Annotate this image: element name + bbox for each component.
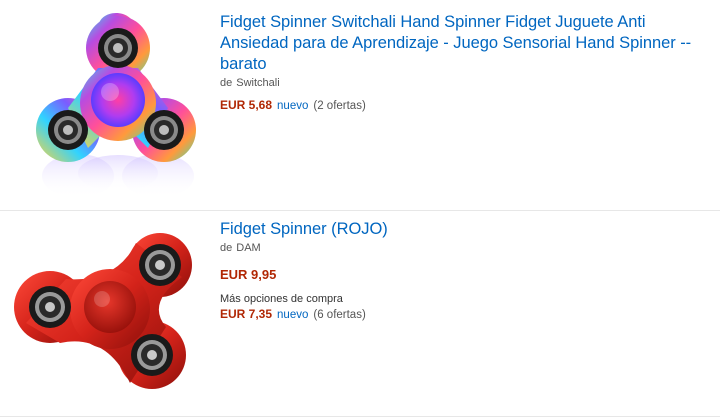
price: EUR 9,95: [220, 267, 277, 282]
offer-line: EUR 5,68 nuevo (2 ofertas): [220, 98, 716, 112]
product-title-link[interactable]: Fidget Spinner (ROJO): [220, 219, 716, 240]
result-info: Fidget Spinner Switchali Hand Spinner Fi…: [220, 12, 716, 112]
condition-link[interactable]: nuevo: [277, 309, 308, 321]
result-info: Fidget Spinner (ROJO) de DAM EUR 9,95 Má…: [220, 219, 716, 321]
brand-prefix: de: [220, 242, 233, 254]
search-result: Fidget Spinner (ROJO) de DAM EUR 9,95 Má…: [0, 211, 720, 416]
offers-count: (6 ofertas): [313, 309, 366, 321]
result-divider: [0, 416, 720, 417]
alt-price: EUR 7,35: [220, 307, 273, 321]
offer-line: EUR 7,35 nuevo (6 ofertas): [220, 307, 716, 321]
price: EUR 5,68: [220, 98, 273, 112]
brand-prefix: de: [220, 77, 233, 89]
search-result: Fidget Spinner Switchali Hand Spinner Fi…: [0, 0, 720, 210]
multicolor-fidget-spinner-image[interactable]: [28, 8, 208, 202]
brand-name: DAM: [236, 242, 261, 254]
brand-line: de Switchali: [220, 76, 716, 90]
offers-count: (2 ofertas): [313, 100, 366, 112]
condition-link[interactable]: nuevo: [277, 100, 308, 112]
red-fidget-spinner-image[interactable]: [6, 223, 212, 399]
more-buying-options-label: Más opciones de compra: [220, 293, 343, 305]
product-title-link[interactable]: Fidget Spinner Switchali Hand Spinner Fi…: [220, 12, 716, 75]
brand-name: Switchali: [236, 77, 280, 89]
brand-line: de DAM: [220, 241, 716, 255]
